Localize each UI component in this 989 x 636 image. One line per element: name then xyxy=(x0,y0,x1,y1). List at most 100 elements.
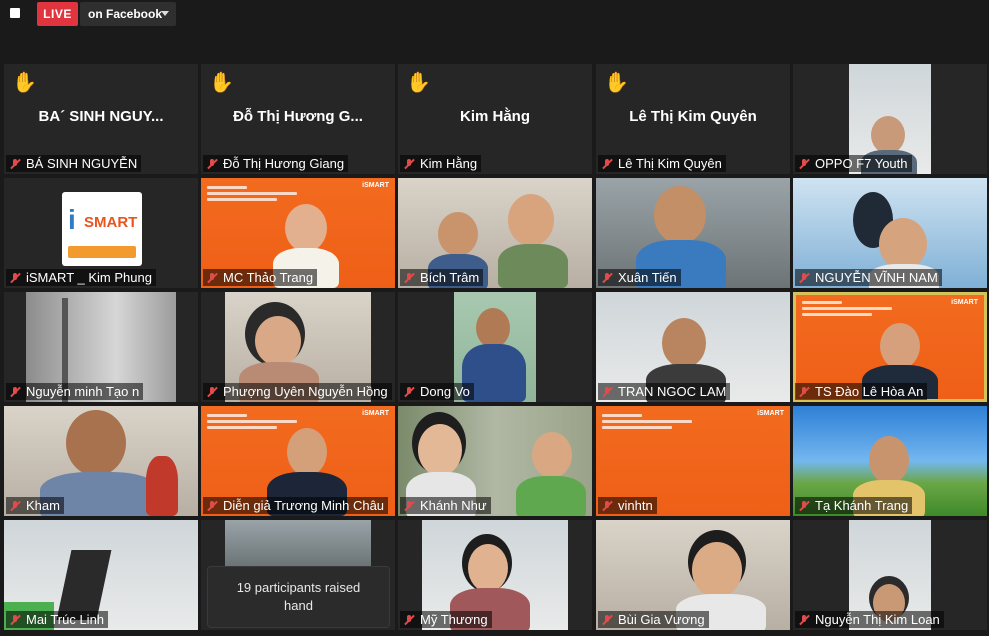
raised-hand-icon: ✋ xyxy=(12,72,37,94)
participant-name: OPPO F7 Youth xyxy=(815,156,908,171)
raised-hands-notification[interactable]: 19 participants raised hand xyxy=(207,566,390,628)
participant-tile[interactable]: TRAN NGOC LAM xyxy=(596,292,790,402)
participant-name: Tạ Khánh Trang xyxy=(815,498,909,513)
participant-name-tag: NGUYỄN VĨNH NAM xyxy=(795,269,942,286)
participant-tile[interactable]: OPPO F7 Youth xyxy=(793,64,987,174)
participant-tile[interactable]: iSMART Diễn giả Trương Minh Châu xyxy=(201,406,395,516)
participant-tile[interactable]: Mỹ Thương xyxy=(398,520,592,630)
top-bar: LIVE on Facebook xyxy=(0,0,989,28)
participant-name: Xuân Tiến xyxy=(618,270,677,285)
live-badge[interactable]: LIVE xyxy=(37,2,78,26)
raised-hand-icon: ✋ xyxy=(209,72,234,94)
participant-name: TRAN NGOC LAM xyxy=(618,384,727,399)
participant-tile[interactable]: Tạ Khánh Trang xyxy=(793,406,987,516)
participant-name: Kham xyxy=(26,498,60,513)
participant-tile[interactable]: ✋ Kim Hằng Kim Hằng xyxy=(398,64,592,174)
participant-name: TS Đào Lê Hòa An xyxy=(815,384,924,399)
participant-tile[interactable]: i SMART iSMART _ Kim Phung xyxy=(4,178,198,288)
participant-tile-active-speaker[interactable]: iSMART TS Đào Lê Hòa An xyxy=(793,292,987,402)
participant-name: Phượng Uyên Nguyễn Hồng xyxy=(223,384,388,399)
participant-name: Lê Thị Kim Quyên xyxy=(618,156,722,171)
mic-muted-icon xyxy=(206,500,218,512)
mic-muted-icon xyxy=(403,272,415,284)
mic-muted-icon xyxy=(9,500,21,512)
participant-tile[interactable]: Dong Vo xyxy=(398,292,592,402)
mic-muted-icon xyxy=(403,614,415,626)
participant-tile[interactable]: Kham xyxy=(4,406,198,516)
participant-name-tag: iSMART _ Kim Phung xyxy=(6,269,156,286)
participant-name-tag: Diễn giả Trương Minh Châu xyxy=(203,497,389,514)
mic-muted-icon xyxy=(403,386,415,398)
participant-name: NGUYỄN VĨNH NAM xyxy=(815,270,938,285)
participant-name-tag: Lê Thị Kim Quyên xyxy=(598,155,726,172)
participant-name: MC Thảo Trang xyxy=(223,270,314,285)
participant-name-tag: Mỹ Thương xyxy=(400,611,492,628)
mic-muted-icon xyxy=(403,158,415,170)
participant-tile[interactable]: iSMART MC Thảo Trang xyxy=(201,178,395,288)
participant-name: Dong Vo xyxy=(420,384,470,399)
participant-name-tag: TS Đào Lê Hòa An xyxy=(795,383,928,400)
participant-tile[interactable]: Xuân Tiến xyxy=(596,178,790,288)
raised-hand-icon: ✋ xyxy=(604,72,629,94)
mic-muted-icon xyxy=(206,158,218,170)
mic-muted-icon xyxy=(403,500,415,512)
live-destination-label: on Facebook xyxy=(88,7,163,21)
raised-hands-text-line1: 19 participants raised xyxy=(236,580,361,595)
participant-name: Đỗ Thị Hương Giang xyxy=(223,156,345,171)
participant-tile[interactable]: ✋ BA´ SINH NGUY... BÁ SINH NGUYỄN xyxy=(4,64,198,174)
participant-name-tag: Dong Vo xyxy=(400,383,474,400)
stop-icon[interactable] xyxy=(10,8,20,18)
participant-name: vinhtn xyxy=(618,498,653,513)
participant-name: iSMART _ Kim Phung xyxy=(26,270,152,285)
chevron-down-icon xyxy=(161,11,169,16)
participant-display-name: Kim Hằng xyxy=(459,108,530,125)
participant-display-name: BA´ SINH NGUY... xyxy=(38,108,164,125)
participant-tile[interactable]: iSMART vinhtn xyxy=(596,406,790,516)
raised-hand-icon: ✋ xyxy=(406,72,431,94)
participant-name: BÁ SINH NGUYỄN xyxy=(26,156,138,171)
mic-muted-icon xyxy=(798,614,810,626)
participant-name: Khánh Như xyxy=(420,498,487,513)
participant-tile[interactable]: Bùi Gia Vương xyxy=(596,520,790,630)
participant-name-tag: Kim Hằng xyxy=(400,155,482,172)
participant-name-tag: Bích Trâm xyxy=(400,269,484,286)
participant-tile[interactable]: Phượng Uyên Nguyễn Hồng xyxy=(201,292,395,402)
live-destination-dropdown[interactable]: on Facebook xyxy=(80,2,176,26)
participant-tile[interactable]: ✋ Lê Thị Kim Quyên Lê Thị Kim Quyên xyxy=(596,64,790,174)
mic-muted-icon xyxy=(798,500,810,512)
participant-tile[interactable]: ✋ Đỗ Thị Hương G... Đỗ Thị Hương Giang xyxy=(201,64,395,174)
participant-name-tag: Phượng Uyên Nguyễn Hồng xyxy=(203,383,392,400)
participant-name-tag: MC Thảo Trang xyxy=(203,269,318,286)
participant-name: Diễn giả Trương Minh Châu xyxy=(223,498,385,513)
participant-name-tag: TRAN NGOC LAM xyxy=(598,383,731,400)
raised-hands-text-line2: hand xyxy=(284,598,313,613)
participant-name: Bích Trâm xyxy=(420,270,480,285)
participant-tile[interactable]: Nguyễn Thị Kim Loan xyxy=(793,520,987,630)
participant-name-tag: BÁ SINH NGUYỄN xyxy=(6,155,142,172)
participant-name: Mai Trúc Linh xyxy=(26,612,105,627)
participant-name-tag: Nguyễn Thị Kim Loan xyxy=(795,611,944,628)
participant-name-tag: Đỗ Thị Hương Giang xyxy=(203,155,349,172)
participant-display-name: Lê Thị Kim Quyên xyxy=(629,108,757,125)
mic-muted-icon xyxy=(206,272,218,284)
participant-name: Nguyễn minh Tạo n xyxy=(26,384,140,399)
mic-muted-icon xyxy=(601,614,613,626)
participant-name: Nguyễn Thị Kim Loan xyxy=(815,612,940,627)
participant-tile[interactable]: Mai Trúc Linh xyxy=(4,520,198,630)
participant-tile[interactable]: Bích Trâm xyxy=(398,178,592,288)
participant-tile[interactable]: Nguyễn minh Tạo n xyxy=(4,292,198,402)
participant-name-tag: vinhtn xyxy=(598,497,657,514)
mic-muted-icon xyxy=(9,272,21,284)
participant-video xyxy=(225,520,371,566)
participant-tile[interactable]: NGUYỄN VĨNH NAM xyxy=(793,178,987,288)
participant-tile[interactable]: Khánh Như xyxy=(398,406,592,516)
mic-muted-icon xyxy=(206,386,218,398)
participant-name-tag: Tạ Khánh Trang xyxy=(795,497,913,514)
mic-muted-icon xyxy=(9,386,21,398)
mic-muted-icon xyxy=(601,272,613,284)
mic-muted-icon xyxy=(601,386,613,398)
mic-muted-icon xyxy=(9,158,21,170)
participant-display-name: Đỗ Thị Hương G... xyxy=(233,108,363,125)
mic-muted-icon xyxy=(601,158,613,170)
participant-name: Kim Hằng xyxy=(420,156,478,171)
